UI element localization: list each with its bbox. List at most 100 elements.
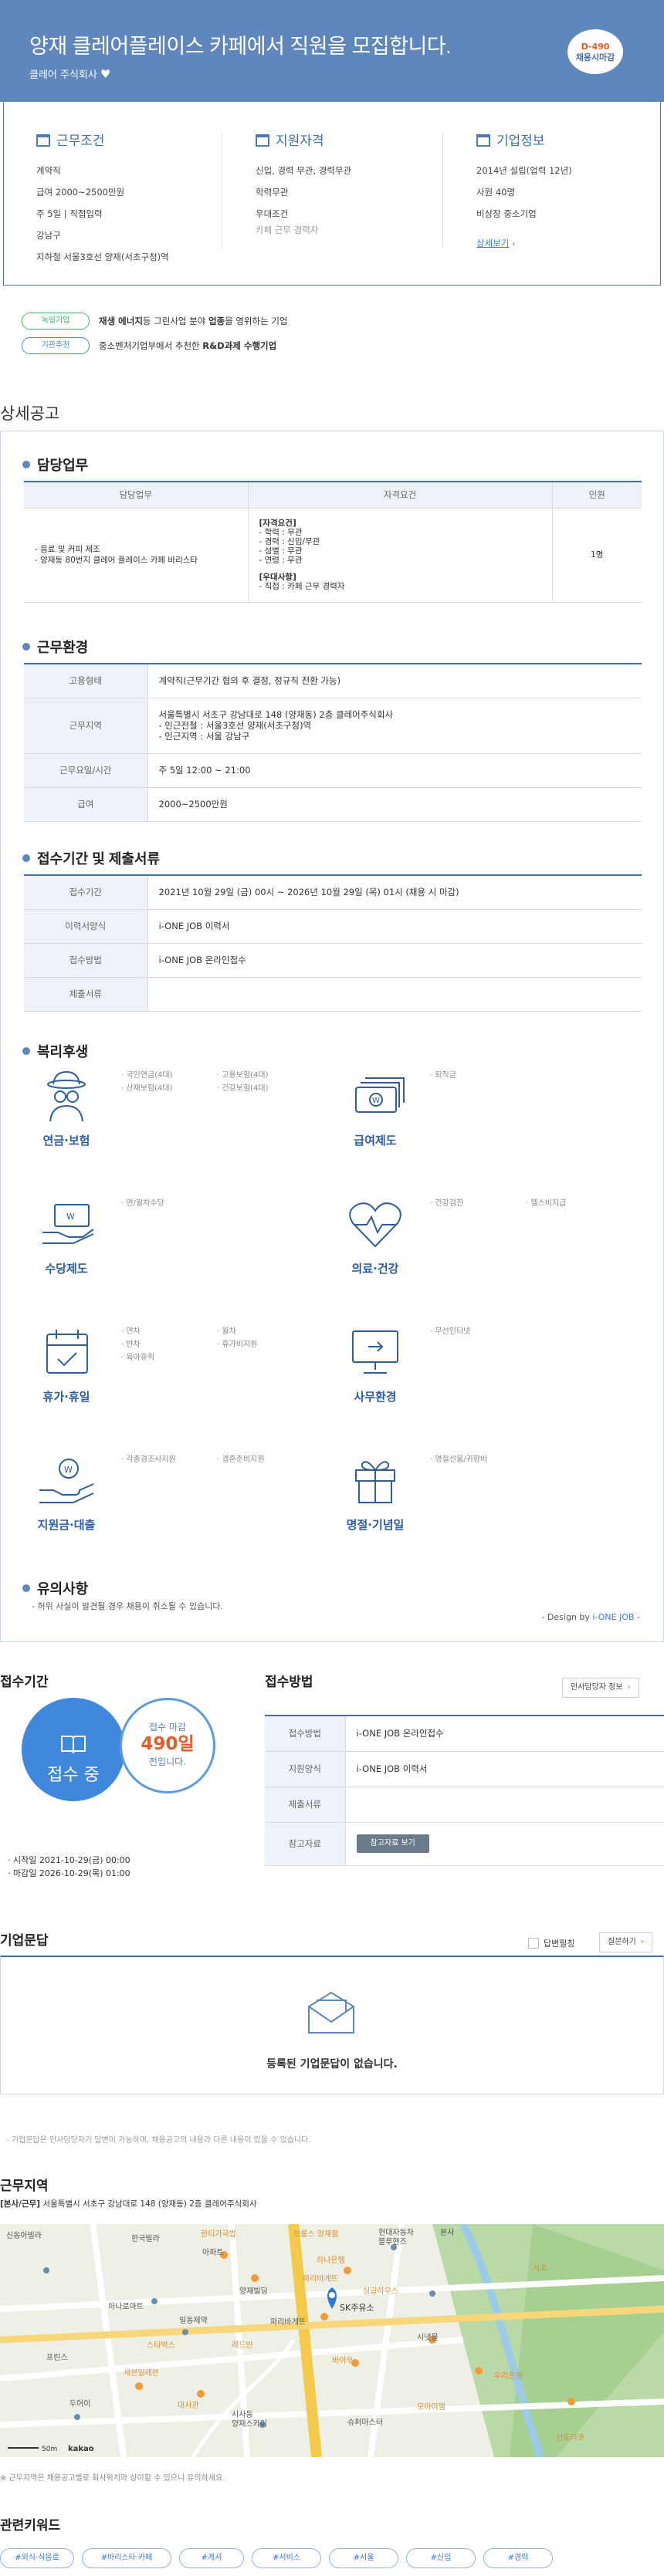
col-header: 담당업무: [24, 482, 249, 509]
keyword-tag[interactable]: #외식·식음료: [0, 2548, 74, 2568]
map-label: 한티가국밥: [201, 2229, 236, 2239]
company-info-title: 기업정보: [496, 134, 545, 148]
svg-text:W: W: [372, 1097, 380, 1105]
apply-method-table: 접수방법 i-ONE JOB 온라인접수 지원양식 i-ONE JOB 이력서 제출…: [265, 1715, 664, 1866]
table-row: 참고자료 참고자료 보기: [265, 1822, 664, 1866]
welfare-name: 수당제도: [45, 1262, 88, 1276]
row-value: 2000~2500만원: [147, 787, 642, 822]
job-summary: 근무조건 계약직 급여 2000~2500만원 주 5일 | 직접입력 강남구 …: [3, 102, 661, 286]
deadline-days: 490일: [141, 1734, 195, 1754]
building-icon: [36, 134, 50, 147]
welfare-name: 사무환경: [354, 1390, 397, 1404]
row-label: 제출서류: [265, 1787, 346, 1823]
gift-icon: [355, 1461, 395, 1503]
envelope-icon: [308, 1991, 354, 2033]
company-item: 2014년 설립(업력 12년): [476, 165, 572, 176]
tag-text: 재생 에너지등 그린사업 분야 업종을 영위하는 기업: [99, 316, 288, 326]
start-date: · 시작일 2021-10-29(금) 00:00: [8, 1855, 130, 1865]
row-value: 계약직(근무기간 협의 후 결정, 정규직 전환 가능): [147, 664, 642, 698]
svg-text:W: W: [66, 1212, 75, 1222]
map-label: 하나은행: [317, 2255, 345, 2265]
welfare-list: · 결혼준비지원: [217, 1455, 265, 1464]
map-label: 파리바게뜨: [303, 2274, 338, 2284]
location-map[interactable]: 신동아빌라 한국빌라 한티가국밥 아파트 브룸스 양재점 현대자동차 블루핸즈 …: [0, 2224, 664, 2457]
company-item: 사원 40명: [476, 187, 516, 198]
welfare-name: 급여제도: [354, 1134, 397, 1148]
apply-dates: · 시작일 2021-10-29(금) 00:00 · 마감일 2026-10-…: [8, 1854, 130, 1880]
qa-empty-message: 등록된 기업문답이 없습니다.: [266, 2058, 398, 2071]
row-value: [147, 977, 642, 1012]
table-row: 지원양식 i-ONE JOB 이력서: [265, 1751, 664, 1787]
tag-text: 중소벤처기업부에서 추천한 R&D과제 수행기업: [99, 340, 277, 351]
keyword-tag[interactable]: #경력: [483, 2548, 553, 2568]
map-label: 레드빈: [232, 2341, 253, 2350]
period-table: 접수기간 2021년 10월 29일 (금) 00시 ~ 2026년 10월 29…: [24, 874, 642, 1012]
vacation-icon: [46, 1330, 88, 1374]
welfare-list: · 국민연금(4대) · 산재보험(4대): [121, 1071, 173, 1093]
welfare-name: 지원금·대출: [37, 1518, 96, 1532]
row-label: 접수방법: [265, 1716, 346, 1752]
keyword-tag[interactable]: #신입: [406, 2548, 476, 2568]
col-header: 인원: [552, 482, 642, 509]
row-value: 주 5일 12:00 ~ 21:00: [147, 753, 642, 788]
welfare-name: 휴가·휴일: [42, 1390, 90, 1404]
map-label: 신도리코: [556, 2433, 584, 2442]
table-row: 접수방법 i-ONE JOB 온라인접수: [24, 943, 642, 978]
detail-section-title: 상세공고: [0, 405, 60, 423]
map-label: 양재빌딩: [239, 2287, 268, 2296]
table-row: 접수기간 2021년 10월 29일 (금) 00시 ~ 2026년 10월 29…: [24, 875, 642, 910]
company-item: 비상장 중소기업: [476, 208, 537, 219]
contact-info-button[interactable]: 인사담당자 정보 ›: [562, 1678, 639, 1698]
reference-button[interactable]: 참고자료 보기: [356, 1834, 429, 1853]
ask-question-button[interactable]: 질문하기 ›: [599, 1932, 652, 1952]
keyword-tag[interactable]: #바리스타·카페: [82, 2548, 171, 2568]
environment-table: 고용형태 계약직(근무기간 협의 후 결정, 정규직 전환 가능) 근무지역 서울특…: [24, 663, 642, 822]
tag-row: 기관추천 중소벤처기업부에서 추천한 R&D과제 수행기업: [22, 333, 287, 358]
work-item: 강남구: [36, 230, 61, 241]
welfare-name: 명절·기념일: [346, 1518, 405, 1532]
company-detail-link[interactable]: 상세보기: [476, 238, 509, 248]
deadline-circle: 접수 마감 490일 전입니다.: [120, 1698, 215, 1793]
map-label: 신동아빌라: [6, 2231, 42, 2240]
map-label: 시냇물: [417, 2333, 439, 2342]
keyword-tag[interactable]: #서울: [329, 2548, 398, 2568]
map-label: 스타벅스: [147, 2341, 175, 2350]
welfare-item: 휴가·휴일 · 연차 · 반차 · 육아휴직 · 월차 · 휴가비지원: [32, 1325, 325, 1449]
map-label: 양재스카이: [232, 2419, 267, 2429]
company-name[interactable]: 클레어 주식회사 ♥: [29, 66, 110, 81]
map-scale: 50m: [42, 2446, 57, 2453]
answered-filter[interactable]: 답변필칭: [528, 1937, 574, 1949]
welfare-item: 사무환경 · 무선인터넷: [340, 1325, 634, 1449]
row-label: 접수방법: [24, 943, 148, 978]
deadline-label: 접수 마감: [149, 1722, 186, 1733]
checkbox-icon[interactable]: [528, 1938, 539, 1949]
map-label: 두어이: [69, 2399, 91, 2409]
row-label: 지원양식: [265, 1751, 346, 1787]
keyword-tag[interactable]: #서비스: [252, 2548, 321, 2568]
row-value: i-ONE JOB 이력서: [147, 909, 642, 944]
map-label: 일동제약: [179, 2316, 208, 2325]
table-row: 이력서양식 i-ONE JOB 이력서: [24, 909, 642, 944]
map-label: 파리바게뜨: [270, 2317, 306, 2327]
map-label: 하나로마트: [108, 2301, 144, 2311]
map-canvas[interactable]: 신동아빌라 한국빌라 한티가국밥 아파트 브룸스 양재점 현대자동차 블루핸즈 …: [0, 2224, 664, 2457]
row-value: i-ONE JOB 온라인접수: [345, 1716, 664, 1752]
table-row: - 음료 및 커피 제조 - 양재동 80번지 클레어 플레이스 카페 바리스타 …: [24, 508, 642, 603]
welfare-item: 연금·보험 · 국민연금(4대) · 산재보험(4대) · 고용보험(4대) · 건…: [32, 1069, 325, 1192]
welfare-list: · 월차 · 휴가비지원: [217, 1327, 258, 1349]
health-icon: [349, 1202, 401, 1248]
welfare-name: 연금·보험: [42, 1134, 90, 1148]
keyword-tag[interactable]: #계셔: [179, 2548, 244, 2568]
heart-icon[interactable]: ♥: [100, 67, 110, 81]
qual-item: 학력무관: [256, 187, 289, 198]
deadline-suffix: 전입니다.: [149, 1756, 186, 1767]
welfare-list: · 연차 · 반차 · 육아휴직: [121, 1327, 155, 1362]
qualifications: 지원자격 신입, 경력 무관, 경력무관 학력무관 우대조건 카페 근무 경력자: [256, 130, 449, 235]
work-conditions: 근무조건 계약직 급여 2000~2500만원 주 5일 | 직접입력 강남구 …: [36, 130, 229, 268]
qa-note: - 기업문답은 인사담당자가 답변이 가능하며, 채용공고의 내용과 다른 내용…: [6, 2136, 311, 2145]
apply-period-title: 접수기간: [0, 1675, 49, 1690]
row-value: 2021년 10월 29일 (금) 00시 ~ 2026년 10월 29일 (목…: [147, 875, 642, 910]
map-label: 현대자동차: [378, 2228, 414, 2237]
dday-value: D-490: [581, 42, 610, 52]
duty-requirements: [자격요건] - 학력 : 무관 - 경력 : 신입/무관 - 성별 : 무관 - 연…: [248, 508, 553, 603]
